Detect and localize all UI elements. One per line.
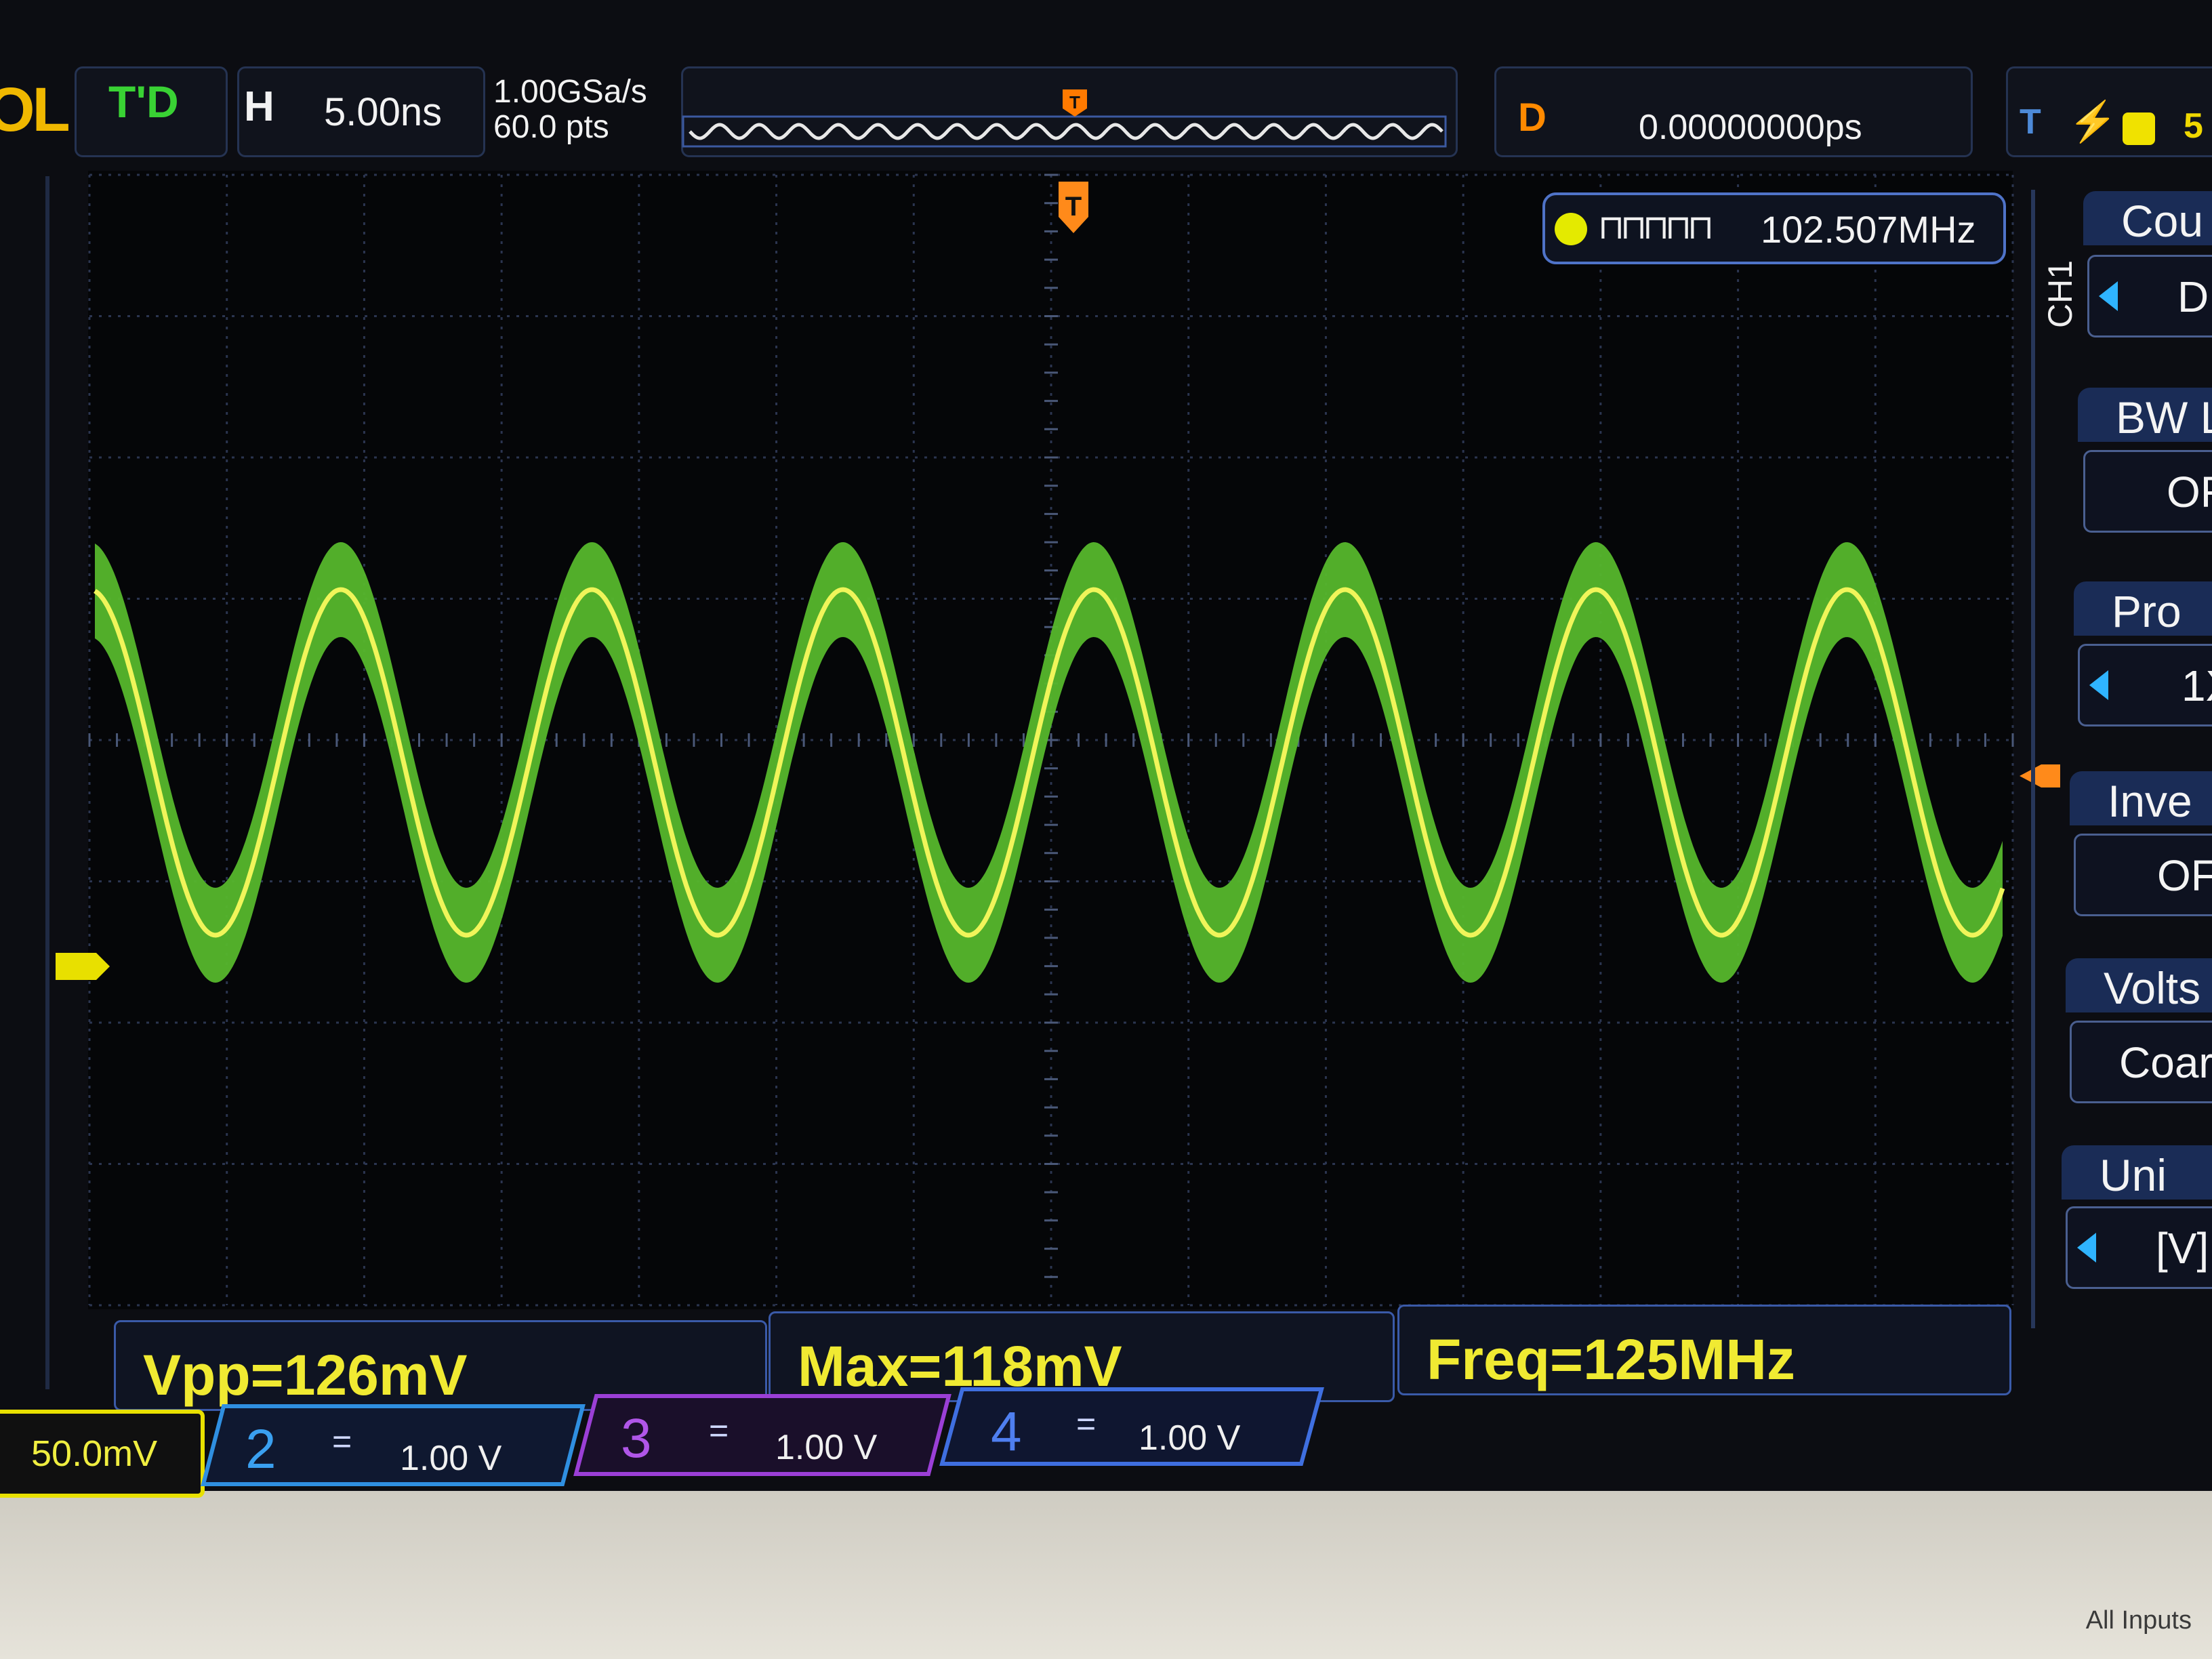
menu-unit-value[interactable]: [V]	[2066, 1206, 2212, 1289]
menu-bw-limit-title[interactable]: BW L	[2078, 388, 2212, 443]
menu-bw-limit-value[interactable]: OF	[2083, 450, 2212, 533]
ch4-scale-value: 1.00 V	[1139, 1418, 1241, 1458]
ch3-number[interactable]: 3	[621, 1407, 652, 1471]
menu-unit-arrow-icon	[2077, 1233, 2096, 1263]
menu-coupling-title[interactable]: Cou	[2083, 191, 2212, 246]
ch4-coupling-icon: =	[1076, 1405, 1097, 1443]
menu-invert-value[interactable]: OF	[2074, 834, 2212, 916]
ch3-scale-value: 1.00 V	[775, 1428, 878, 1467]
menu-volts-div-title[interactable]: Volts	[2066, 958, 2212, 1013]
ch1-menu-label: CH1	[2041, 260, 2080, 329]
channel-tabs	[201, 1387, 1324, 1486]
menu-volts-div-value[interactable]: Coar	[2070, 1021, 2212, 1103]
menu-probe-value[interactable]: 1X	[2078, 644, 2212, 726]
ch3-coupling-icon: =	[709, 1412, 729, 1450]
ch2-coupling-icon: =	[332, 1422, 352, 1460]
menu-invert-title[interactable]: Inve	[2070, 771, 2212, 826]
ch2-number[interactable]: 2	[245, 1418, 276, 1481]
ch4-number[interactable]: 4	[991, 1400, 1022, 1464]
menu-coupling-arrow-icon	[2099, 281, 2118, 311]
ch2-scale-value: 1.00 V	[400, 1439, 502, 1478]
menu-probe-title[interactable]: Pro	[2074, 581, 2212, 636]
menu-coupling-value[interactable]: D	[2087, 255, 2212, 337]
menu-probe-arrow-icon	[2089, 670, 2108, 700]
menu-unit-title[interactable]: Uni	[2062, 1145, 2212, 1200]
